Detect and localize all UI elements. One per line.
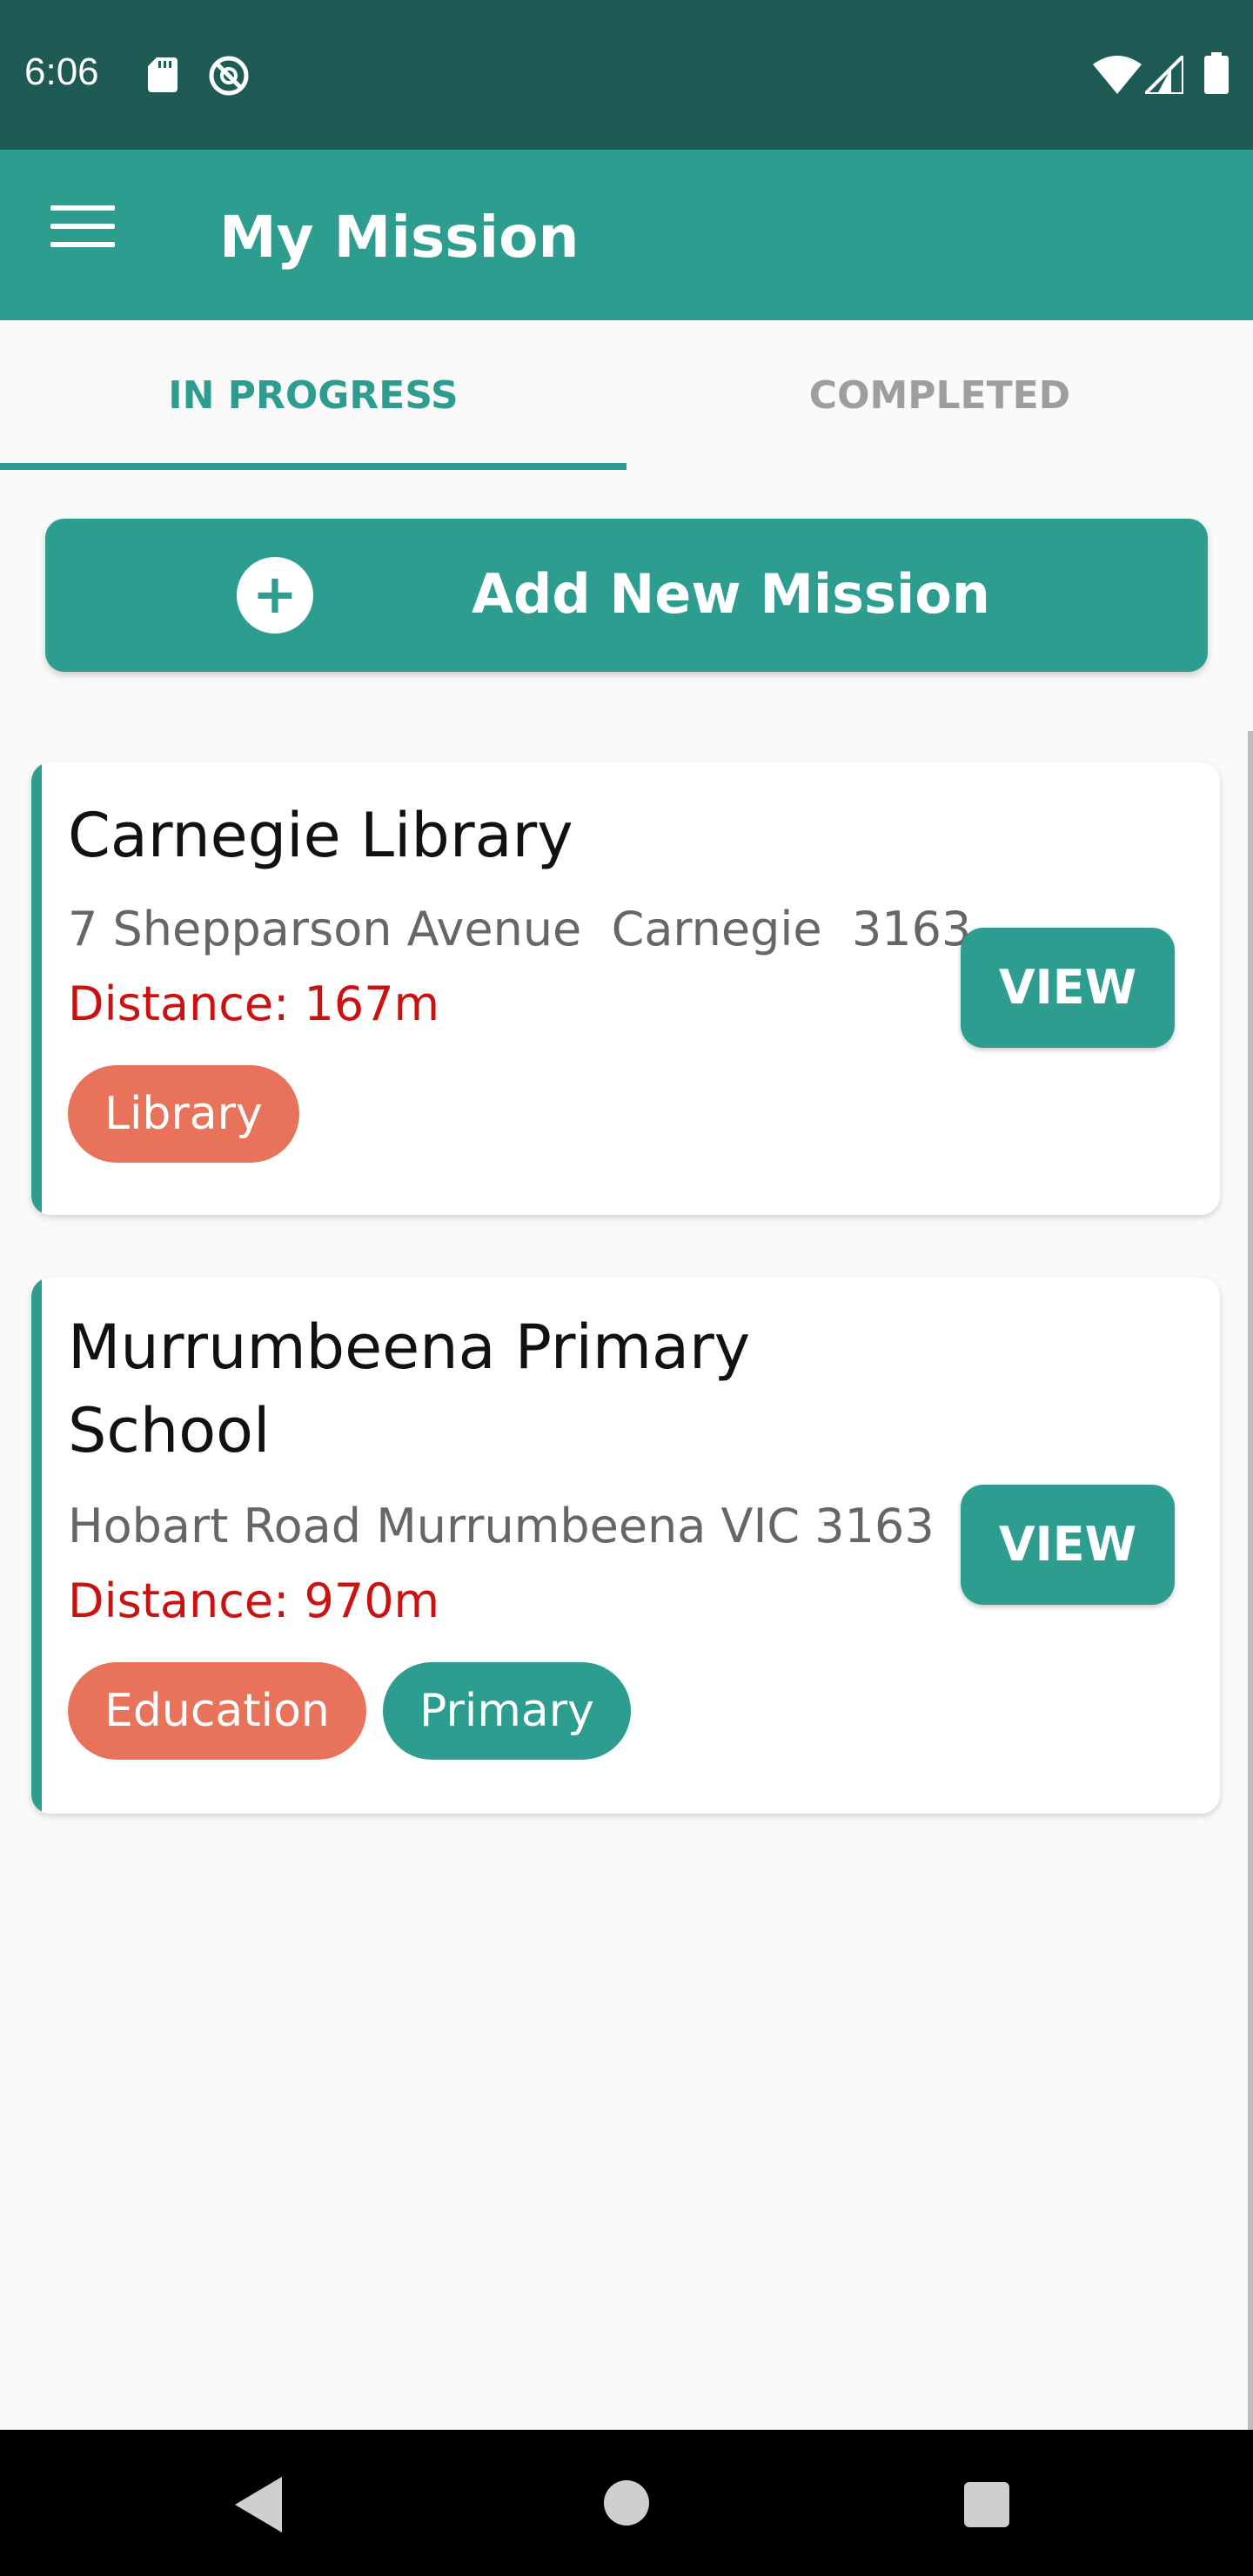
system-nav-bar (0, 2430, 1253, 2576)
tab-completed[interactable]: COMPLETED (626, 320, 1253, 472)
mission-title: Murrumbeena Primary School (68, 1311, 751, 1466)
signal-icon (1145, 56, 1183, 94)
home-icon[interactable] (604, 2480, 649, 2526)
tab-in-progress[interactable]: IN PROGRESS (0, 320, 626, 472)
mission-title: Carnegie Library (68, 800, 573, 871)
sd-card-icon (148, 57, 178, 92)
tag-primary: Primary (383, 1662, 631, 1760)
tag-education: Education (68, 1662, 366, 1760)
recent-apps-icon[interactable] (964, 2482, 1009, 2527)
status-time: 6:06 (24, 50, 99, 93)
wifi-icon (1093, 56, 1142, 94)
mission-card[interactable]: Carnegie Library 7 Shepparson Avenue Car… (31, 762, 1220, 1215)
mission-address: Hobart Road Murrumbeena VIC 3163 (68, 1499, 935, 1553)
menu-icon[interactable] (50, 205, 115, 263)
add-new-mission-label: Add New Mission (472, 562, 990, 626)
status-bar: 6:06 (0, 0, 1253, 150)
mission-card[interactable]: Murrumbeena Primary School Hobart Road M… (31, 1278, 1220, 1814)
view-button[interactable]: VIEW (961, 1485, 1175, 1605)
add-new-mission-button[interactable]: + Add New Mission (45, 519, 1208, 672)
battery-icon (1204, 52, 1229, 94)
mission-distance: Distance: 167m (68, 976, 440, 1031)
mission-address: 7 Shepparson Avenue Carnegie 3163 (68, 902, 972, 956)
card-accent (31, 762, 42, 1215)
view-button[interactable]: VIEW (961, 928, 1175, 1048)
tag-library: Library (68, 1065, 299, 1163)
tab-indicator (0, 463, 626, 470)
sync-icon (209, 56, 249, 96)
scrollbar[interactable] (1248, 731, 1253, 2432)
tab-bar: IN PROGRESS COMPLETED (0, 320, 1253, 472)
back-icon[interactable] (235, 2477, 289, 2532)
app-bar: My Mission (0, 150, 1253, 320)
card-accent (31, 1278, 42, 1814)
page-title: My Mission (219, 204, 580, 271)
mission-distance: Distance: 970m (68, 1573, 440, 1628)
